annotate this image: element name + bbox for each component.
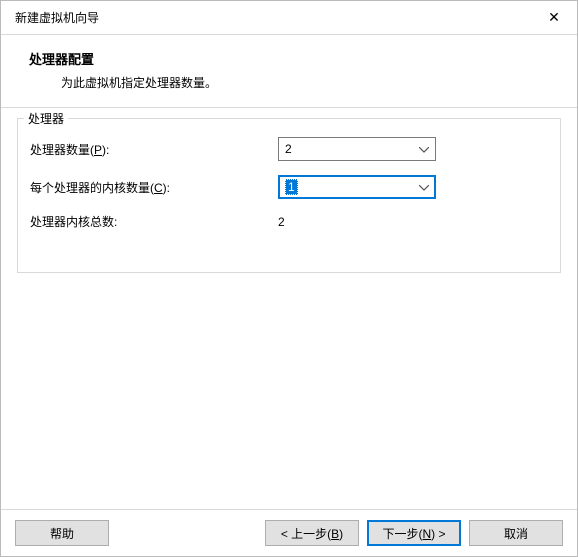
page-title: 处理器配置 [29, 49, 561, 68]
help-button[interactable]: 帮助 [15, 520, 109, 546]
close-icon: ✕ [548, 9, 560, 26]
back-button[interactable]: < 上一步(B) [265, 520, 359, 546]
title-bar: 新建虚拟机向导 ✕ [1, 1, 577, 35]
processor-count-value: 2 [285, 142, 292, 156]
processor-count-field: 2 [278, 137, 436, 161]
next-button[interactable]: 下一步(N) > [367, 520, 461, 546]
total-cores-field: 2 [278, 215, 436, 229]
total-cores-value: 2 [278, 215, 285, 229]
row-total-cores: 处理器内核总数: 2 [30, 213, 548, 230]
window-title: 新建虚拟机向导 [15, 9, 99, 26]
cores-per-processor-label: 每个处理器的内核数量(C): [30, 179, 278, 196]
processor-count-combobox[interactable]: 2 [278, 137, 436, 161]
processor-count-label: 处理器数量(P): [30, 141, 278, 158]
row-cores-per-processor: 每个处理器的内核数量(C): 1 [30, 175, 548, 199]
chevron-down-icon [419, 142, 429, 156]
cores-per-processor-value: 1 [285, 179, 298, 195]
total-cores-label: 处理器内核总数: [30, 213, 278, 230]
cores-per-processor-combobox[interactable]: 1 [278, 175, 436, 199]
page-subtitle: 为此虚拟机指定处理器数量。 [61, 74, 561, 91]
group-legend: 处理器 [24, 110, 68, 127]
cores-per-processor-field: 1 [278, 175, 436, 199]
content-area: 处理器 处理器数量(P): 2 每个处理器的内核数量(C): 1 [1, 108, 577, 509]
close-button[interactable]: ✕ [531, 1, 577, 34]
button-bar: 帮助 < 上一步(B) 下一步(N) > 取消 [1, 509, 577, 556]
wizard-header: 处理器配置 为此虚拟机指定处理器数量。 [1, 35, 577, 108]
row-processor-count: 处理器数量(P): 2 [30, 137, 548, 161]
chevron-down-icon [419, 180, 429, 194]
cancel-button[interactable]: 取消 [469, 520, 563, 546]
processors-group: 处理器 处理器数量(P): 2 每个处理器的内核数量(C): 1 [17, 118, 561, 273]
